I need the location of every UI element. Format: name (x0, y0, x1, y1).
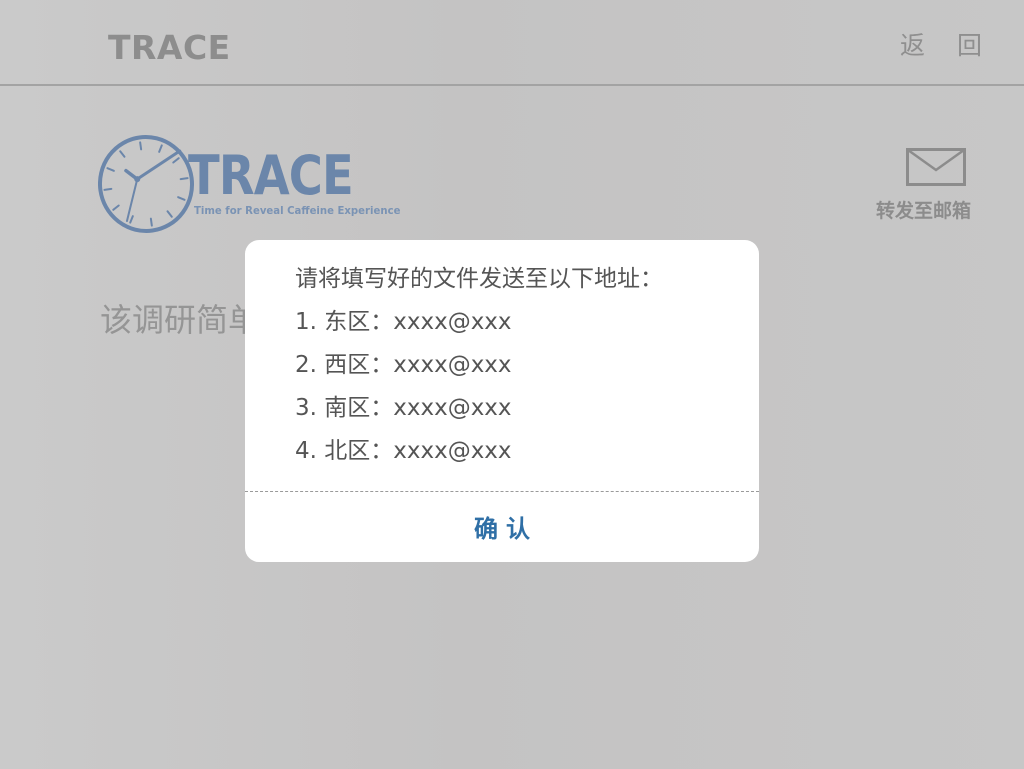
logo-wordmark: TRACE (188, 144, 354, 207)
forward-to-email-button[interactable]: 转发至邮箱 (872, 148, 982, 228)
address-item-north: 4. 北区：xxxx@xxx (295, 438, 512, 464)
app-title: TRACE (108, 28, 231, 67)
survey-description: 该调研简单 (100, 301, 261, 339)
top-bar: TRACE 返 回 (0, 0, 1024, 86)
forward-to-email-label: 转发至邮箱 (876, 200, 972, 222)
logo-tagline: Time for Reveal Caffeine Experience (194, 204, 401, 217)
address-item-east: 1. 东区：xxxx@xxx (295, 309, 512, 335)
back-button[interactable]: 返 回 (900, 28, 994, 64)
trace-logo: TRACE Time for Reveal Caffeine Experienc… (98, 134, 401, 236)
confirm-button[interactable]: 确认 (245, 492, 759, 562)
email-address-dialog: 请将填写好的文件发送至以下地址： 1. 东区：xxxx@xxx 2. 西区：xx… (245, 240, 759, 562)
address-item-south: 3. 南区：xxxx@xxx (295, 395, 512, 421)
dialog-message: 请将填写好的文件发送至以下地址： 1. 东区：xxxx@xxx 2. 西区：xx… (295, 258, 735, 473)
clock-icon (98, 135, 195, 233)
dialog-title: 请将填写好的文件发送至以下地址： (295, 266, 663, 292)
app-screen: TRACE 返 回 TRACE Time for Reveal Caffeine… (0, 0, 1024, 769)
envelope-icon (906, 148, 966, 186)
address-item-west: 2. 西区：xxxx@xxx (295, 352, 512, 378)
